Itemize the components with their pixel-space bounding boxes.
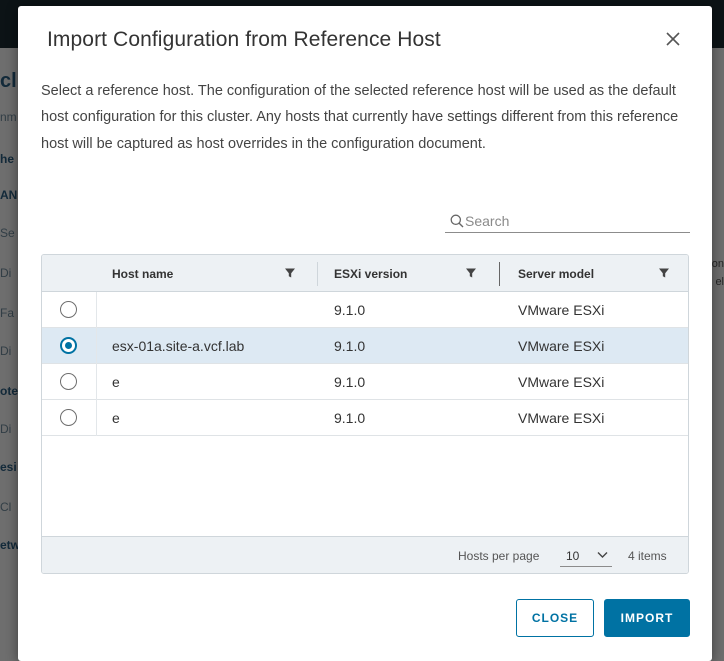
row-select-radio[interactable] [60, 373, 77, 390]
search-input[interactable] [465, 211, 685, 231]
hosts-per-page-label: Hosts per page [458, 549, 540, 563]
datagrid-footer: Hosts per page 10 4 items [42, 536, 688, 573]
row-divider [96, 292, 97, 328]
table-row[interactable]: e 9.1.0 VMware ESXi [42, 400, 688, 436]
table-row[interactable]: 9.1.0 VMware ESXi [42, 292, 688, 328]
cell-host-name: esx-01a.site-a.vcf.lab [112, 338, 245, 354]
filter-icon[interactable] [465, 267, 477, 279]
column-separator[interactable] [499, 262, 500, 286]
column-header-label: Host name [112, 267, 174, 281]
cell-host-name: e [112, 410, 120, 426]
hosts-per-page-value: 10 [566, 549, 580, 563]
search-field[interactable] [445, 209, 690, 233]
row-select-radio[interactable] [60, 409, 77, 426]
chevron-down-icon [597, 552, 608, 558]
import-button[interactable]: IMPORT [604, 599, 690, 637]
filter-icon[interactable] [658, 267, 670, 279]
column-header-label: ESXi version [334, 267, 408, 281]
filter-icon[interactable] [284, 267, 296, 279]
cell-server-model: VMware ESXi [518, 410, 605, 426]
cell-server-model: VMware ESXi [518, 374, 605, 390]
row-select-radio[interactable] [60, 337, 77, 354]
hosts-per-page-select[interactable]: 10 [560, 543, 612, 567]
dialog-description: Select a reference host. The configurati… [41, 83, 679, 152]
cell-host-name: e [112, 374, 120, 390]
item-count: 4 items [628, 549, 667, 563]
dialog-title: Import Configuration from Reference Host [47, 28, 441, 51]
search-icon [450, 214, 464, 228]
column-header-server-model[interactable]: Server model [518, 255, 673, 292]
cell-server-model: VMware ESXi [518, 302, 605, 318]
table-row[interactable]: esx-01a.site-a.vcf.lab 9.1.0 VMware ESXi [42, 328, 688, 364]
column-separator[interactable] [317, 262, 318, 286]
hosts-datagrid: Host name ESXi version Server model 9.1.… [41, 254, 689, 574]
row-select-radio[interactable] [60, 301, 77, 318]
column-header-host-name[interactable]: Host name [112, 255, 300, 292]
column-header-esxi-version[interactable]: ESXi version [334, 255, 484, 292]
import-configuration-dialog: Import Configuration from Reference Host… [18, 6, 712, 661]
row-divider [96, 364, 97, 400]
column-header-label: Server model [518, 267, 595, 281]
cell-server-model: VMware ESXi [518, 338, 605, 354]
cell-esxi-version: 9.1.0 [334, 338, 366, 354]
cell-esxi-version: 9.1.0 [334, 374, 366, 390]
row-divider [96, 328, 97, 364]
close-icon[interactable] [662, 28, 684, 50]
cell-esxi-version: 9.1.0 [334, 410, 366, 426]
cell-esxi-version: 9.1.0 [334, 302, 366, 318]
datagrid-header: Host name ESXi version Server model [42, 255, 688, 292]
row-divider [96, 400, 97, 436]
table-row[interactable]: e 9.1.0 VMware ESXi [42, 364, 688, 400]
close-button[interactable]: CLOSE [516, 599, 594, 637]
